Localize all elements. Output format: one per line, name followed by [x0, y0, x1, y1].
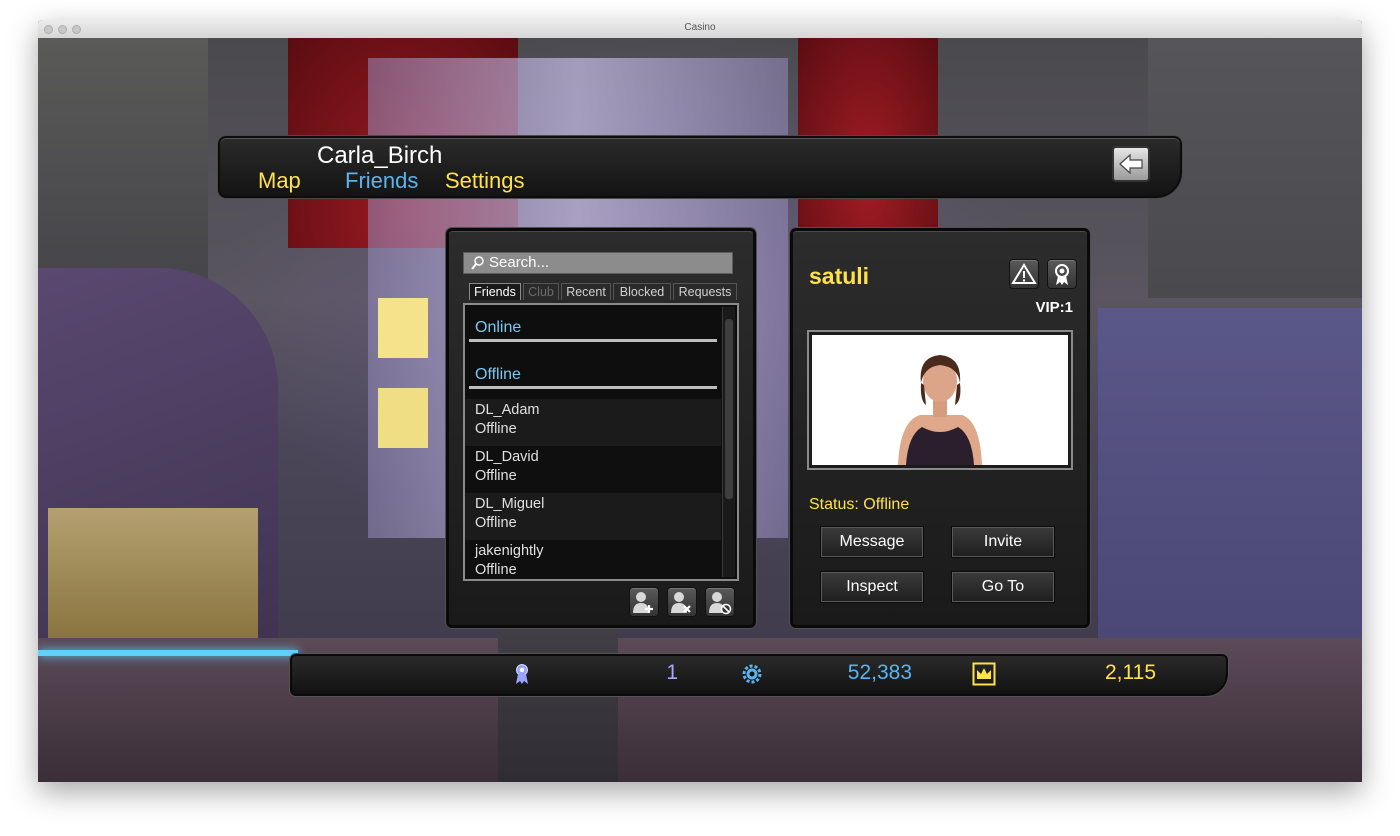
friend-row[interactable]: jakenightly Offline	[465, 540, 721, 579]
friend-name: DL_Miguel	[475, 496, 545, 512]
section-divider	[469, 386, 717, 389]
section-divider	[469, 339, 717, 342]
friends-list-content: Online Offline DL_Adam Offline DL_David …	[465, 305, 721, 579]
message-button[interactable]: Message	[821, 527, 923, 557]
add-friend-button[interactable]	[629, 587, 659, 617]
warning-icon	[1011, 263, 1037, 284]
report-button[interactable]	[1009, 259, 1039, 289]
chip-gear-icon	[742, 664, 762, 684]
remove-friend-button[interactable]	[667, 587, 697, 617]
status-label: Status:	[809, 496, 859, 513]
friends-list-scrollbar[interactable]	[722, 307, 735, 577]
window-title: Casino	[684, 22, 716, 33]
block-user-icon	[709, 592, 732, 615]
top-nav-bar: Carla_Birch Map Friends Settings	[218, 136, 1182, 198]
friend-search-input[interactable]: Search...	[463, 252, 733, 274]
tab-club[interactable]: Club	[523, 283, 559, 300]
staircase-right	[1098, 308, 1362, 658]
tab-recent[interactable]: Recent	[561, 283, 611, 300]
scrollbar-thumb[interactable]	[725, 319, 733, 499]
stone-wall-left	[38, 38, 208, 288]
search-placeholder: Search...	[489, 254, 550, 271]
tab-friends[interactable]: Friends	[469, 283, 521, 300]
vip-level-value: 1	[666, 661, 678, 684]
chips-balance: 52,383	[847, 661, 912, 684]
friend-name: jakenightly	[475, 543, 544, 559]
window-titlebar: Casino	[38, 20, 1362, 39]
currency-bar: 1 52,383 2,115	[290, 654, 1228, 696]
inspect-button[interactable]: Inspect	[821, 572, 923, 602]
award-ribbon-icon	[1055, 264, 1069, 285]
friend-status: Offline	[475, 562, 517, 578]
add-friend-icon	[633, 592, 653, 613]
vip-ribbon-icon	[516, 664, 528, 684]
friend-row[interactable]: DL_David Offline	[465, 446, 721, 493]
glowing-window-1	[378, 298, 428, 358]
friends-panel: Search... Friends Club Recent Blocked Re…	[446, 228, 756, 628]
crowns-balance: 2,115	[1105, 661, 1156, 684]
tab-requests[interactable]: Requests	[673, 283, 737, 300]
vip-level: VIP:1	[1035, 299, 1073, 316]
avatar-figure-icon	[898, 355, 982, 465]
friend-row[interactable]: DL_Miguel Offline	[465, 493, 721, 540]
avatar-portrait	[809, 332, 1071, 468]
player-username: Carla_Birch	[317, 142, 443, 169]
friend-status: Offline	[475, 468, 517, 484]
crown-icon	[972, 662, 996, 686]
status-value: Offline	[863, 496, 910, 513]
goto-button[interactable]: Go To	[952, 572, 1054, 602]
award-button[interactable]	[1047, 259, 1077, 289]
friend-status: Offline	[475, 421, 517, 437]
search-icon	[471, 256, 484, 270]
friend-name: DL_Adam	[475, 402, 540, 418]
nav-settings-link[interactable]: Settings	[445, 168, 525, 194]
invite-button[interactable]: Invite	[952, 527, 1054, 557]
section-offline: Offline	[475, 366, 521, 383]
profile-panel: satuli VIP:1 Status: Offline Message Inv…	[790, 228, 1090, 628]
tab-blocked[interactable]: Blocked	[613, 283, 671, 300]
nav-friends-link[interactable]: Friends	[345, 168, 418, 194]
block-friend-button[interactable]	[705, 587, 735, 617]
profile-status: Status: Offline	[809, 496, 909, 514]
glowing-window-2	[378, 388, 428, 448]
section-online: Online	[475, 319, 522, 336]
remove-friend-icon	[671, 592, 691, 613]
back-arrow-icon	[1119, 153, 1143, 175]
app-window: Casino Carla_Birch Map Friends Settings	[38, 20, 1362, 782]
neon-floor-strip	[38, 650, 298, 656]
friend-status: Offline	[475, 515, 517, 531]
back-button[interactable]	[1112, 146, 1150, 182]
friend-name: DL_David	[475, 449, 539, 465]
gold-balustrade	[48, 508, 258, 638]
friend-row[interactable]: DL_Adam Offline	[465, 399, 721, 446]
game-scene: Carla_Birch Map Friends Settings Search.…	[38, 38, 1362, 782]
profile-name: satuli	[809, 263, 870, 289]
nav-map-link[interactable]: Map	[258, 168, 301, 194]
friends-list: Online Offline DL_Adam Offline DL_David …	[463, 303, 739, 581]
